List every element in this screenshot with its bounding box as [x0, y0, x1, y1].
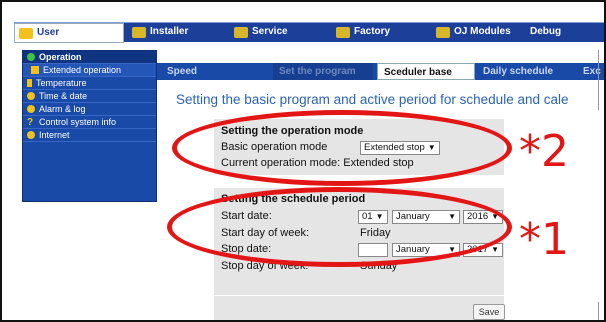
tab-user[interactable]: User	[14, 23, 124, 43]
tab-set-the-program: Set the program	[273, 63, 373, 80]
question-icon: ?	[27, 116, 34, 128]
sidebar-item-internet[interactable]: Internet	[23, 129, 156, 142]
annotation-label-2: *2	[519, 126, 569, 177]
factory-icon	[336, 26, 350, 38]
sidebar-item-extended-operation[interactable]: Extended operation	[23, 64, 156, 77]
annotation-ellipse-1	[167, 187, 512, 267]
bell-icon	[27, 105, 35, 113]
annotation-label-1: *1	[519, 214, 569, 265]
sidebar: Operation Extended operation Temperature…	[22, 50, 157, 202]
page-title: Setting the basic program and active per…	[176, 92, 569, 107]
clock-icon	[27, 92, 35, 100]
tab-daily-schedule[interactable]: Daily schedule	[477, 63, 577, 80]
tab-exceptions[interactable]: Exc	[577, 63, 604, 80]
tab-speed[interactable]: Speed	[161, 63, 261, 80]
globe-icon	[27, 131, 35, 139]
thermometer-icon	[27, 79, 32, 87]
installer-icon	[132, 26, 146, 38]
chevron-down-icon: ▼	[491, 245, 500, 254]
tab-oj-modules[interactable]: OJ Modules	[432, 23, 524, 41]
save-button[interactable]: Save	[473, 304, 505, 320]
sidebar-item-time-date[interactable]: Time & date	[23, 90, 156, 103]
sidebar-item-alarm-log[interactable]: Alarm & log	[23, 103, 156, 116]
tab-service[interactable]: Service	[230, 23, 320, 41]
screenshot-frame: User Installer Service Factory OJ Module…	[0, 0, 606, 322]
section-divider	[214, 295, 504, 296]
tab-debug[interactable]: Debug	[526, 23, 596, 41]
users-icon	[19, 27, 33, 39]
sub-tab-bar: Speed Set the program Sceduler base Dail…	[157, 63, 604, 80]
service-icon	[234, 26, 248, 38]
tab-installer[interactable]: Installer	[128, 23, 220, 41]
sidebar-item-control-system-info[interactable]: ? Control system info	[23, 116, 156, 129]
annotation-ellipse-2	[172, 110, 512, 186]
sidebar-item-temperature[interactable]: Temperature	[23, 77, 156, 90]
operation-icon	[27, 53, 35, 61]
tab-sceduler-base[interactable]: Sceduler base	[377, 63, 475, 80]
tab-factory[interactable]: Factory	[332, 23, 422, 41]
hourglass-icon	[31, 66, 39, 74]
sidebar-item-operation[interactable]: Operation	[23, 51, 156, 64]
modules-icon	[436, 26, 450, 38]
top-tab-bar: User Installer Service Factory OJ Module…	[14, 22, 604, 43]
